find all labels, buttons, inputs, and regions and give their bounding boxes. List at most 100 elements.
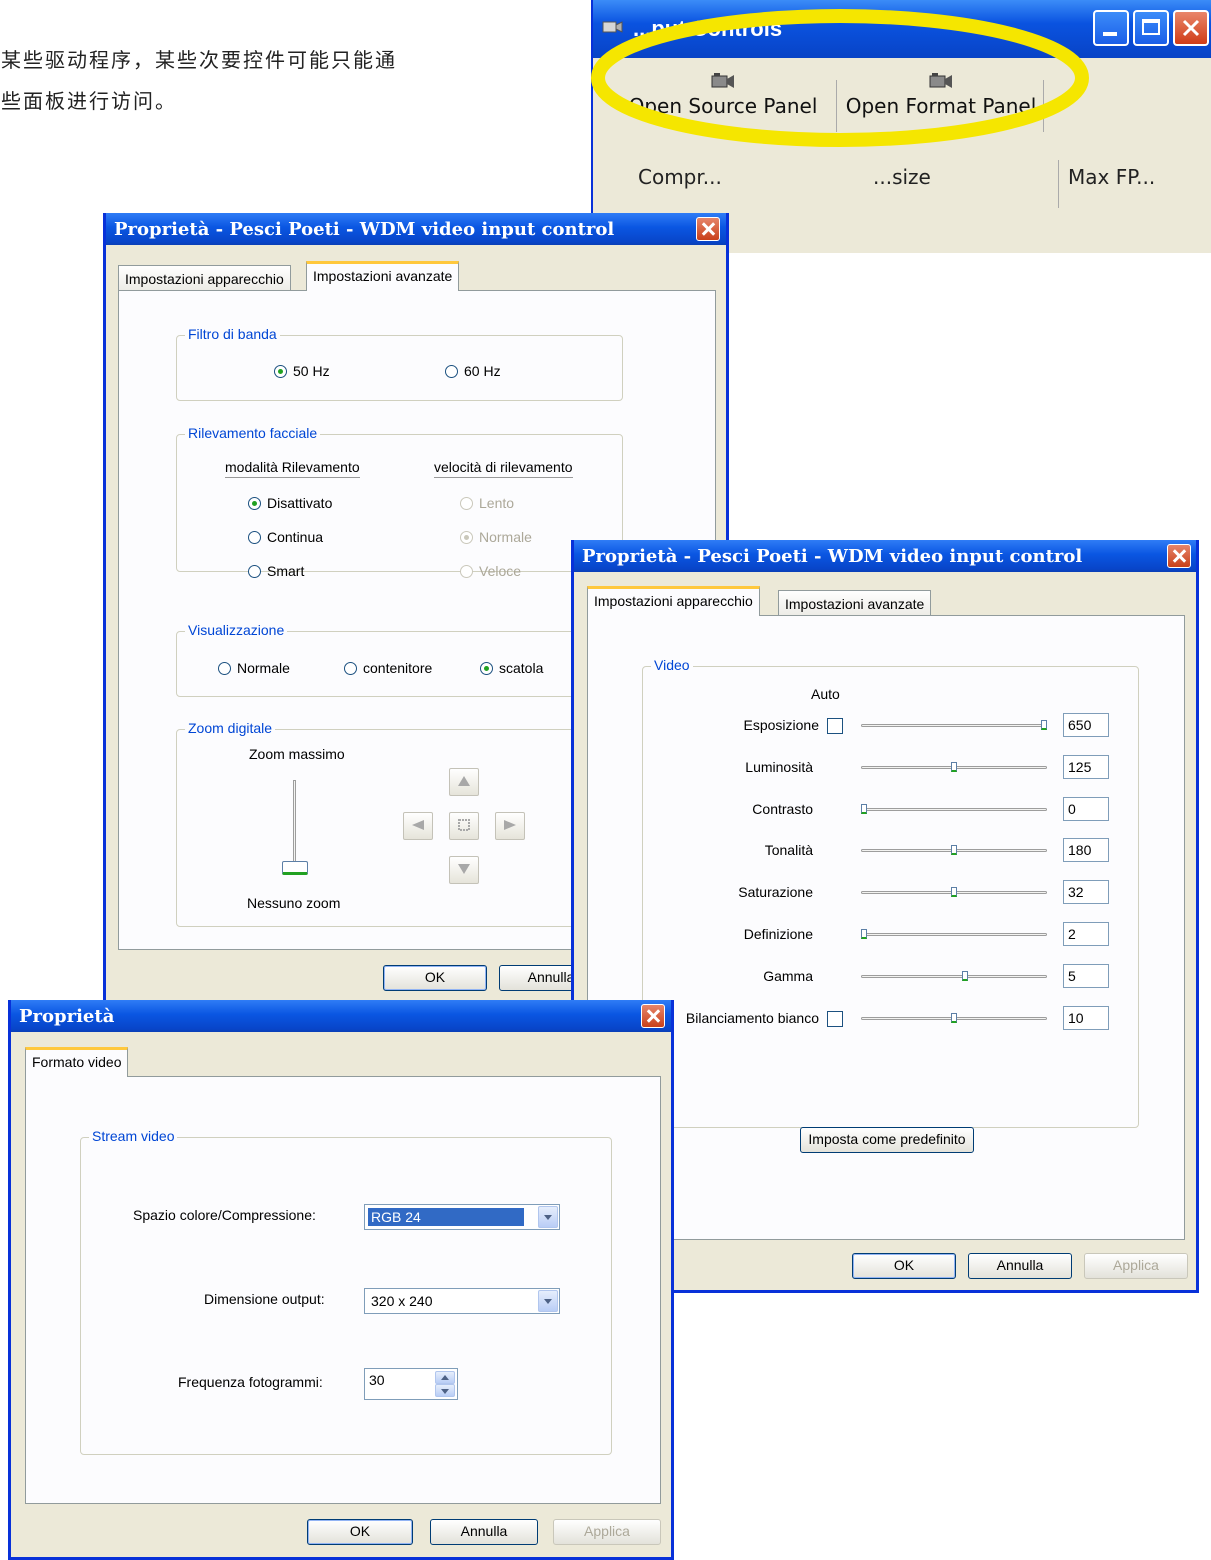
radio-contenitore[interactable] [344,662,357,675]
frame-rate-stepper[interactable]: 30 [364,1368,458,1400]
pan-down-button[interactable] [449,856,479,884]
cancel-button[interactable]: Annulla [968,1253,1072,1279]
face-detection-group: Rilevamento facciale modalità Rilevament… [176,425,623,579]
dialog-title: Proprietà [19,1006,115,1027]
radio-smart[interactable] [248,565,261,578]
chevron-down-icon[interactable] [538,1206,558,1228]
tab-impostazioni-avanzate[interactable]: Impostazioni avanzate [778,590,932,616]
close-button[interactable] [1173,10,1209,46]
column-compression[interactable]: Compr... [638,165,722,189]
apply-button[interactable]: Applica [553,1519,661,1545]
pan-center-button[interactable] [449,812,479,840]
arrow-up-icon [441,1375,449,1380]
color-space-select[interactable]: RGB 24 [364,1204,560,1230]
radio-50hz[interactable] [274,365,287,378]
tab-panel: Video Auto Esposizione 650 Luminosità 125 Co… [587,615,1185,1240]
close-button[interactable] [641,1004,665,1028]
stream-video-label: Stream video [89,1128,178,1144]
arrow-down-icon [441,1389,449,1394]
radio-continua[interactable] [248,531,261,544]
radio-lento[interactable] [460,497,473,510]
column-max-fps[interactable]: Max FP... [1068,165,1155,189]
setting-label: Luminosità [745,759,813,775]
minimize-icon [1103,32,1117,36]
ok-button[interactable]: OK [852,1253,956,1279]
setting-slider-thumb[interactable] [951,1013,957,1023]
auto-checkbox[interactable] [827,1011,843,1027]
radio-veloce-label: Veloce [479,563,522,579]
auto-checkbox[interactable] [827,718,843,734]
caption-line-2: 这些面板进行访问。 [0,89,177,113]
caption-line-1: 于某些驱动程序，某些次要控件可能只能通 [0,48,397,72]
frame-rate-value: 30 [369,1372,385,1388]
maximize-button[interactable] [1133,10,1169,46]
radio-disattivato-label: Disattivato [267,495,333,511]
setting-value-field[interactable]: 180 [1063,838,1109,862]
setting-value-field[interactable]: 0 [1063,797,1109,821]
setting-label: Gamma [763,968,813,984]
setting-slider-thumb[interactable] [861,929,867,939]
setting-slider-track [861,808,1047,811]
dialog-title: Proprietà - Pesci Poeti - WDM video inpu… [582,546,1083,567]
stream-video-group: Stream video Spazio colore/Compressione:… [80,1128,612,1455]
setting-value-field[interactable]: 2 [1063,922,1109,946]
pan-right-button[interactable] [495,812,525,840]
setting-value-field[interactable]: 32 [1063,880,1109,904]
radio-smart-label: Smart [267,563,305,579]
setting-slider-track [861,933,1047,936]
auto-label: Auto [811,686,840,702]
arrow-up-icon [458,776,470,786]
setting-label: Saturazione [738,884,813,900]
apply-button[interactable]: Applica [1084,1253,1188,1279]
ok-button[interactable]: OK [383,965,487,991]
chevron-down-icon[interactable] [538,1290,558,1312]
setting-value-field[interactable]: 125 [1063,755,1109,779]
radio-60hz[interactable] [445,365,458,378]
radio-normale-display[interactable] [218,662,231,675]
spin-up-button[interactable] [435,1371,455,1384]
ok-button[interactable]: OK [307,1519,413,1545]
tab-formato-video[interactable]: Formato video [25,1047,129,1077]
setting-slider-thumb[interactable] [951,887,957,897]
setting-value-field[interactable]: 5 [1063,964,1109,988]
tab-impostazioni-apparecchio[interactable]: Impostazioni apparecchio [587,586,760,616]
setting-label: Esposizione [743,717,820,733]
cancel-button[interactable]: Annulla [430,1519,538,1545]
column-size[interactable]: ...size [873,165,931,189]
setting-slider-thumb[interactable] [962,971,968,981]
dialog-title: Proprietà - Pesci Poeti - WDM video inpu… [114,219,615,240]
video-format-dialog: Proprietà Formato video Stream video Spa… [8,1000,674,1560]
setting-label: Contrasto [752,801,813,817]
setting-slider-thumb[interactable] [951,762,957,772]
setting-value-field[interactable]: 10 [1063,1006,1109,1030]
setting-slider-thumb[interactable] [861,804,867,814]
digital-zoom-label: Zoom digitale [185,720,276,736]
zoom-slider-thumb[interactable] [282,861,308,875]
radio-normale-speed[interactable] [460,531,473,544]
pan-up-button[interactable] [449,768,479,796]
pan-left-button[interactable] [403,812,433,840]
close-button[interactable] [1167,544,1191,568]
setting-slider-thumb[interactable] [951,845,957,855]
yellow-highlight-circle [591,9,1089,147]
setting-slider-thumb[interactable] [1041,720,1047,730]
detection-speed-header: velocità di rilevamento [434,459,573,478]
setting-value-field[interactable]: 650 [1063,713,1109,737]
display-label: Visualizzazione [185,622,288,638]
minimize-button[interactable] [1093,10,1129,46]
setting-slider-track [861,724,1047,727]
arrow-right-icon [504,820,516,830]
radio-scatola[interactable] [480,662,493,675]
close-button[interactable] [696,217,720,241]
radio-disattivato[interactable] [248,497,261,510]
dialog-title-bar: Proprietà - Pesci Poeti - WDM video inpu… [106,213,726,245]
output-size-select[interactable]: 320 x 240 [364,1288,560,1314]
radio-veloce[interactable] [460,565,473,578]
tab-impostazioni-apparecchio[interactable]: Impostazioni apparecchio [118,265,291,291]
arrow-down-icon [458,864,470,874]
set-default-button[interactable]: Imposta come predefinito [800,1127,974,1153]
tab-impostazioni-avanzate[interactable]: Impostazioni avanzate [306,261,460,291]
display-group: Visualizzazione Normale contenitore scat… [176,622,623,697]
caption-text: 于某些驱动程序，某些次要控件可能只能通 这些面板进行访问。 [0,40,560,122]
spin-down-button[interactable] [435,1384,455,1397]
